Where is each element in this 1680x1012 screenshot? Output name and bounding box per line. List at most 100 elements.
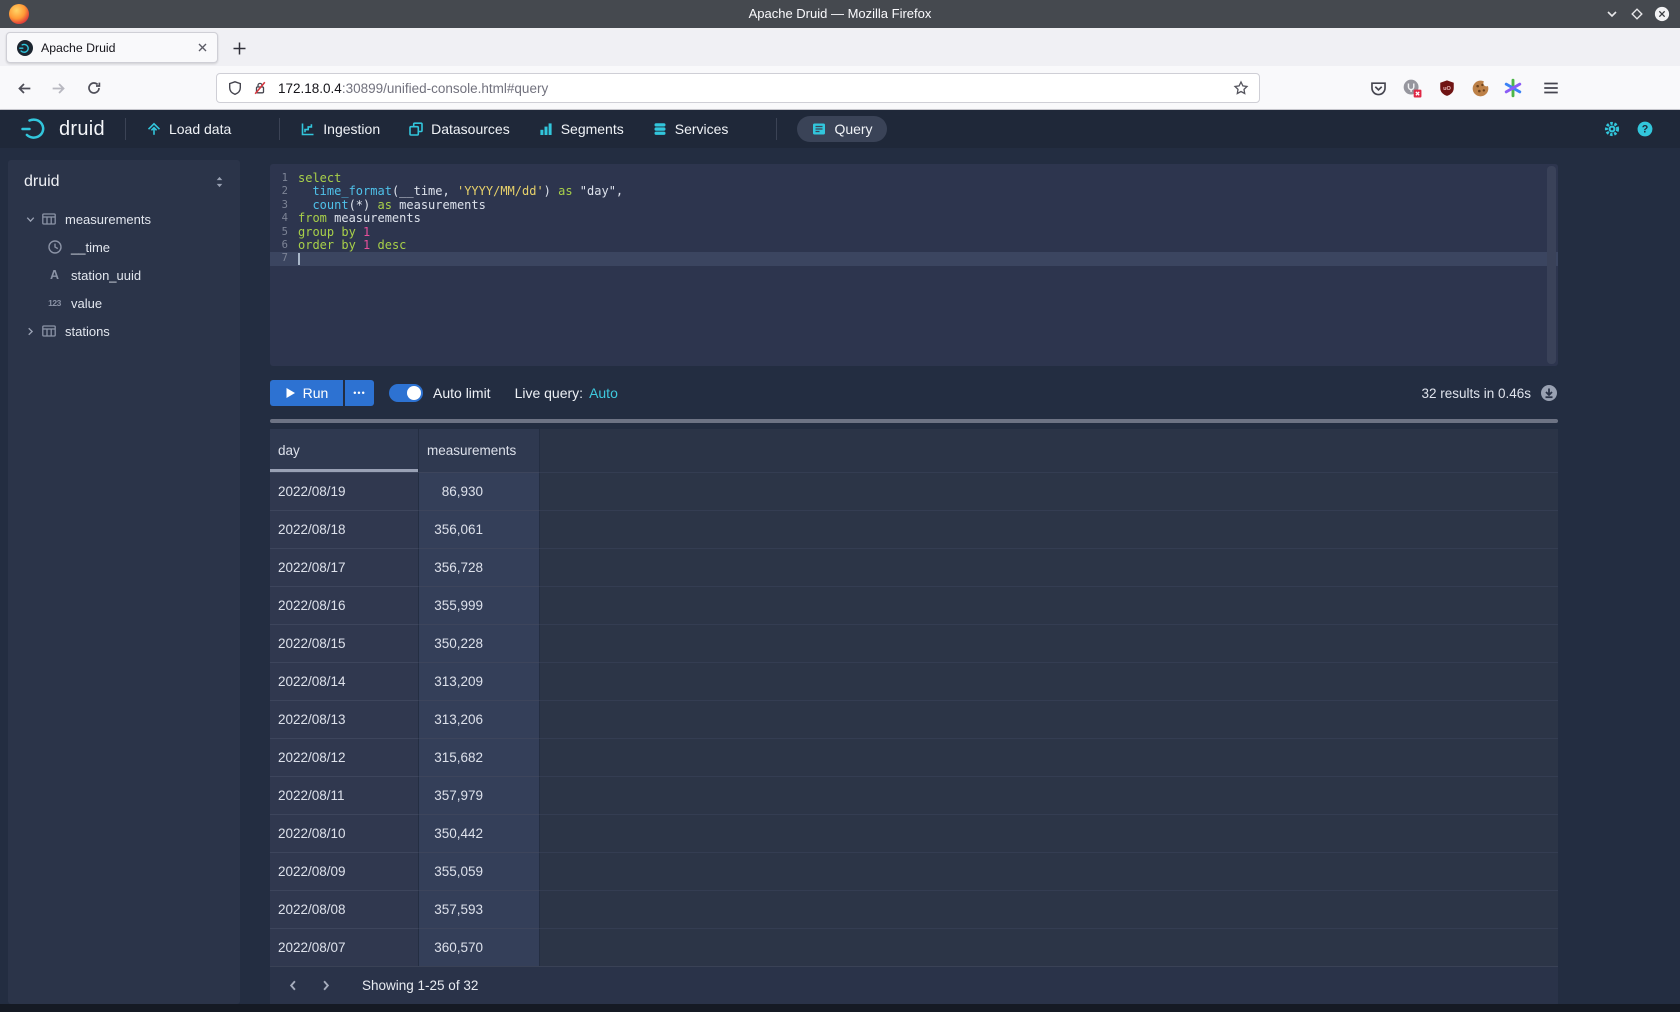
table-row[interactable]: 2022/08/09355,059 xyxy=(270,852,1558,890)
chev-down-icon[interactable] xyxy=(22,213,38,226)
tree-item-measurements[interactable]: measurements xyxy=(8,205,240,233)
window-close-button[interactable] xyxy=(1654,6,1670,22)
window-maximize-button[interactable] xyxy=(1629,6,1645,22)
cell-day[interactable]: 2022/08/07 xyxy=(270,928,419,966)
pocket-icon[interactable] xyxy=(1368,78,1388,98)
cell-day[interactable]: 2022/08/17 xyxy=(270,548,419,586)
line-number: 5 xyxy=(270,226,292,239)
run-bar: Run ••• Auto limit Live query: Auto 32 r… xyxy=(270,380,1558,406)
druid-brand[interactable]: druid xyxy=(20,116,105,142)
url-bar[interactable]: 172.18.0.4:30899/unified-console.html#qu… xyxy=(216,73,1260,103)
extension-asterisk-icon[interactable] xyxy=(1503,78,1523,98)
schema-sort-icon[interactable] xyxy=(213,175,226,189)
line-number: 6 xyxy=(270,239,292,252)
cell-day[interactable]: 2022/08/18 xyxy=(270,510,419,548)
table-row[interactable]: 2022/08/13313,206 xyxy=(270,700,1558,738)
cell-measurements[interactable]: 357,979 xyxy=(419,776,540,814)
auto-limit-toggle[interactable] xyxy=(389,384,423,402)
live-query-value[interactable]: Auto xyxy=(589,385,618,401)
reload-button[interactable] xyxy=(82,76,106,100)
table-row[interactable]: 2022/08/10350,442 xyxy=(270,814,1558,852)
cell-day[interactable]: 2022/08/10 xyxy=(270,814,419,852)
settings-gear-icon[interactable] xyxy=(1603,120,1621,138)
insecure-lock-icon[interactable] xyxy=(252,80,268,96)
cell-measurements[interactable]: 350,442 xyxy=(419,814,540,852)
results-table-body: 2022/08/1986,9302022/08/18356,0612022/08… xyxy=(270,472,1558,966)
cell-measurements[interactable]: 355,059 xyxy=(419,852,540,890)
forward-button[interactable] xyxy=(46,76,70,100)
table-row[interactable]: 2022/08/17356,728 xyxy=(270,548,1558,586)
cookie-icon[interactable] xyxy=(1470,78,1490,98)
cell-day[interactable]: 2022/08/14 xyxy=(270,662,419,700)
druid-navbar: druid Load data Ingestion Datasources Segme… xyxy=(0,110,1680,148)
bookmark-star-icon[interactable] xyxy=(1233,80,1249,96)
ublock-shield-icon[interactable]: uO xyxy=(1437,78,1457,98)
browser-tab[interactable]: Apache Druid xyxy=(6,32,218,63)
cell-measurements[interactable]: 356,728 xyxy=(419,548,540,586)
nav-item-segments[interactable]: Segments xyxy=(538,121,624,137)
row-filler xyxy=(540,624,1558,662)
browser-tab-bar: Apache Druid xyxy=(0,28,1680,66)
nav-item-load-data[interactable]: Load data xyxy=(146,121,231,137)
table-row[interactable]: 2022/08/14313,209 xyxy=(270,662,1558,700)
cell-measurements[interactable]: 315,682 xyxy=(419,738,540,776)
menu-hamburger-icon[interactable] xyxy=(1541,78,1561,98)
table-row[interactable]: 2022/08/12315,682 xyxy=(270,738,1558,776)
tree-item-time[interactable]: __time xyxy=(8,233,240,261)
nav-divider xyxy=(125,118,126,140)
cell-day[interactable]: 2022/08/08 xyxy=(270,890,419,928)
cell-day[interactable]: 2022/08/15 xyxy=(270,624,419,662)
cell-measurements[interactable]: 357,593 xyxy=(419,890,540,928)
cell-measurements[interactable]: 86,930 xyxy=(419,472,540,510)
results-divider[interactable] xyxy=(270,419,1558,423)
table-row[interactable]: 2022/08/18356,061 xyxy=(270,510,1558,548)
table-row[interactable]: 2022/08/07360,570 xyxy=(270,928,1558,966)
chev-right-icon[interactable] xyxy=(22,325,38,338)
run-more-button[interactable]: ••• xyxy=(345,380,374,406)
code-line: order by 1 desc xyxy=(298,239,623,252)
tree-item-stations[interactable]: stations xyxy=(8,317,240,345)
cell-day[interactable]: 2022/08/11 xyxy=(270,776,419,814)
new-tab-button[interactable] xyxy=(228,37,250,59)
table-row[interactable]: 2022/08/16355,999 xyxy=(270,586,1558,624)
code-line: time_format(__time, 'YYYY/MM/dd') as "da… xyxy=(298,185,623,198)
cell-measurements[interactable]: 356,061 xyxy=(419,510,540,548)
cell-measurements[interactable]: 355,999 xyxy=(419,586,540,624)
cell-measurements[interactable]: 313,209 xyxy=(419,662,540,700)
tree-item-station-uuid[interactable]: Astation_uuid xyxy=(8,261,240,289)
cell-day[interactable]: 2022/08/13 xyxy=(270,700,419,738)
cell-day[interactable]: 2022/08/09 xyxy=(270,852,419,890)
query-editor[interactable]: 1234567 select time_format(__time, 'YYYY… xyxy=(270,164,1558,366)
table-row[interactable]: 2022/08/11357,979 xyxy=(270,776,1558,814)
cell-measurements[interactable]: 360,570 xyxy=(419,928,540,966)
cell-day[interactable]: 2022/08/16 xyxy=(270,586,419,624)
tree-item-value[interactable]: 123value xyxy=(8,289,240,317)
editor-scrollbar[interactable] xyxy=(1547,166,1556,364)
cell-day[interactable]: 2022/08/19 xyxy=(270,472,419,510)
play-icon xyxy=(285,387,296,399)
table-row[interactable]: 2022/08/15350,228 xyxy=(270,624,1558,662)
cell-measurements[interactable]: 313,206 xyxy=(419,700,540,738)
column-header-day[interactable]: day xyxy=(270,429,419,472)
cell-measurements[interactable]: 350,228 xyxy=(419,624,540,662)
nav-item-ingestion[interactable]: Ingestion xyxy=(300,121,380,137)
extension-icon[interactable] xyxy=(1402,78,1422,98)
table-row[interactable]: 2022/08/1986,930 xyxy=(270,472,1558,510)
window-minimize-button[interactable] xyxy=(1604,6,1620,22)
next-page-button[interactable] xyxy=(312,973,338,999)
nav-item-query[interactable]: Query xyxy=(797,116,886,142)
previous-page-button[interactable] xyxy=(280,973,306,999)
download-results-icon[interactable] xyxy=(1540,384,1558,402)
load-data-icon xyxy=(146,121,162,137)
back-button[interactable] xyxy=(12,76,36,100)
cell-day[interactable]: 2022/08/12 xyxy=(270,738,419,776)
row-filler xyxy=(540,586,1558,624)
table-row[interactable]: 2022/08/08357,593 xyxy=(270,890,1558,928)
nav-item-services[interactable]: Services xyxy=(652,121,729,137)
help-icon[interactable]: ? xyxy=(1636,120,1654,138)
nav-item-datasources[interactable]: Datasources xyxy=(408,121,510,137)
tab-close-icon[interactable] xyxy=(196,41,209,54)
run-button[interactable]: Run xyxy=(270,380,343,406)
column-header-measurements[interactable]: measurements xyxy=(419,429,540,472)
tracking-protection-shield-icon[interactable] xyxy=(227,80,243,96)
